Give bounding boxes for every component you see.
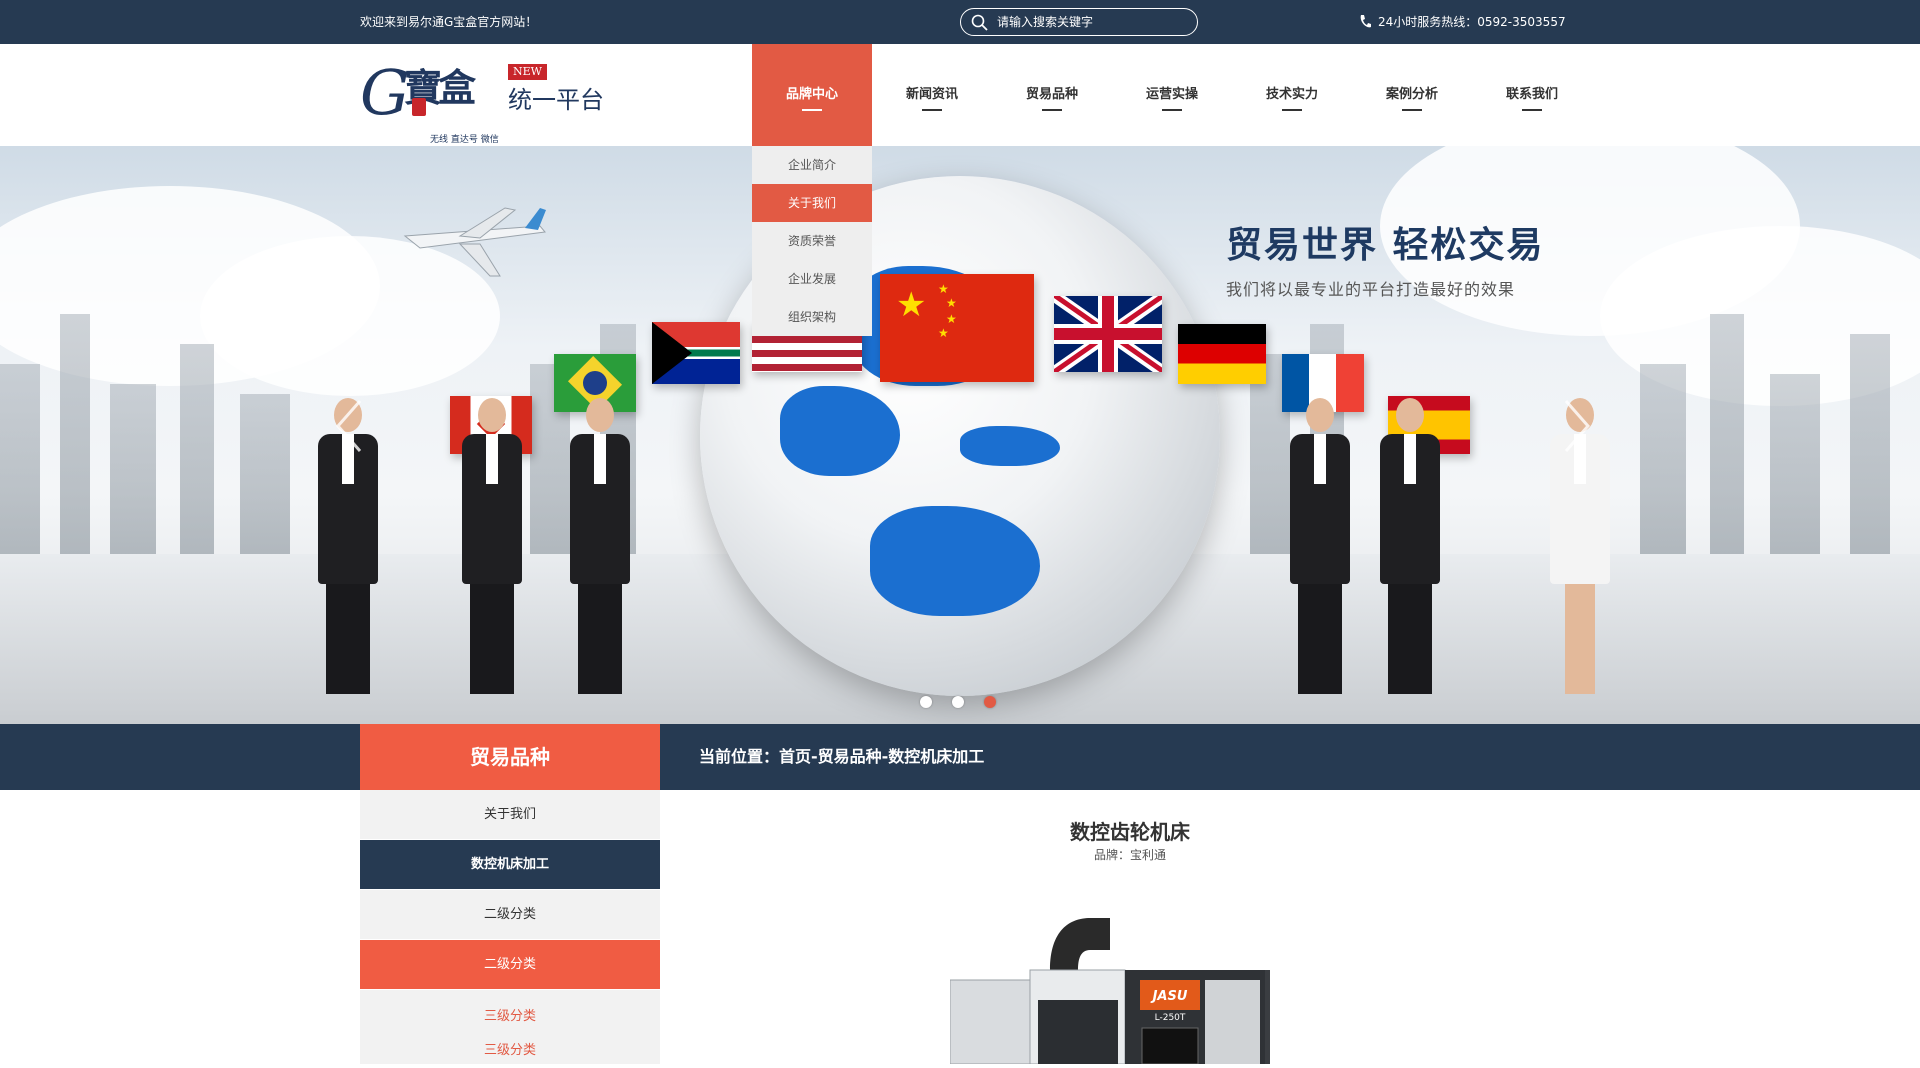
logo-letter: G xyxy=(360,56,410,129)
skyline xyxy=(60,314,90,564)
hero-banner: ★ ★ ★ ★ ★ 贸易世界 轻松交易 我们将以最专业的平台打造最好的效果 xyxy=(0,146,1920,724)
section-title: 贸易品种 xyxy=(360,724,660,790)
machine-model-label: L-250T xyxy=(1155,1013,1186,1023)
phone-icon xyxy=(1360,15,1371,28)
slide-dot[interactable] xyxy=(952,696,964,708)
search-box[interactable] xyxy=(960,8,1198,36)
sidebar-item-cnc-machining[interactable]: 数控机床加工 xyxy=(360,840,660,890)
skyline xyxy=(1640,364,1686,564)
new-badge: NEW xyxy=(508,64,547,80)
nav-item-cases[interactable]: 案例分析 xyxy=(1352,44,1472,146)
nav-item-trade-varieties[interactable]: 贸易品种 xyxy=(992,44,1112,146)
nav-label: 案例分析 xyxy=(1385,87,1438,102)
product-brand: 品牌：宝利通 xyxy=(1093,848,1166,862)
product-image-cnc-machine[interactable]: JASU L-250T xyxy=(949,910,1300,1065)
slide-dot[interactable] xyxy=(920,696,932,708)
flag-china: ★ ★ ★ ★ ★ xyxy=(880,274,1034,382)
businessman-figure xyxy=(1380,398,1440,694)
slide-indicators xyxy=(920,696,1016,708)
brand-center-dropdown: 企业简介 关于我们 资质荣誉 企业发展 组织架构 xyxy=(752,146,872,336)
skyline xyxy=(240,394,290,564)
skyline xyxy=(0,364,40,564)
logo-seal xyxy=(412,98,426,116)
machine-brand-label: JASU xyxy=(1150,989,1188,1004)
nav-item-brand-center[interactable]: 品牌中心 xyxy=(752,44,872,146)
nav-underline xyxy=(1402,109,1422,111)
logo[interactable]: G 寶盒 NEW 统一平台 无线 直达号 微信 xyxy=(360,56,610,146)
skyline xyxy=(1770,374,1820,564)
prev-slide-arrow-icon[interactable] xyxy=(330,396,370,456)
dropdown-item-about-us[interactable]: 关于我们 xyxy=(752,184,872,222)
slide-dot-active[interactable] xyxy=(984,696,996,708)
nav-underline xyxy=(1282,109,1302,111)
continent xyxy=(870,506,1040,616)
nav-item-operations[interactable]: 运营实操 xyxy=(1112,44,1232,146)
dropdown-item-organization[interactable]: 组织架构 xyxy=(752,298,872,336)
banner-slogan: 贸易世界 轻松交易 我们将以最专业的平台打造最好的效果 xyxy=(1226,216,1545,300)
logo-tagline: 无线 直达号 微信 xyxy=(430,135,499,145)
sidebar-item-subcategory[interactable]: 二级分类 xyxy=(360,890,660,940)
nav-item-contact[interactable]: 联系我们 xyxy=(1472,44,1592,146)
dropdown-item-honors[interactable]: 资质荣誉 xyxy=(752,222,872,260)
businessman-figure xyxy=(570,398,630,694)
skyline xyxy=(110,384,156,564)
flag-germany xyxy=(1178,324,1266,384)
nav-underline xyxy=(1162,109,1182,111)
nav-underline xyxy=(922,109,942,111)
logo-slogan: 统一平台 xyxy=(508,86,604,114)
nav-label: 新闻资讯 xyxy=(905,87,958,102)
nav-underline xyxy=(1042,109,1062,111)
sidebar-item-subcategory-active[interactable]: 二级分类 xyxy=(360,940,660,990)
main-nav: 品牌中心 新闻资讯 贸易品种 运营实操 技术实力 案例分析 联系我们 xyxy=(752,44,1592,146)
sidebar-subitem[interactable]: 三级分类 xyxy=(360,1000,660,1034)
dropdown-item-development[interactable]: 企业发展 xyxy=(752,260,872,298)
nav-underline xyxy=(1522,109,1542,111)
sidebar-subitem[interactable]: 三级分类 xyxy=(360,1034,660,1068)
nav-label: 运营实操 xyxy=(1145,87,1198,102)
sidebar-item-about-us[interactable]: 关于我们 xyxy=(360,790,660,840)
product-title: 数控齿轮机床 xyxy=(1070,820,1190,844)
flag-uk xyxy=(1054,296,1162,372)
nav-item-news[interactable]: 新闻资讯 xyxy=(872,44,992,146)
continent xyxy=(960,426,1060,466)
continent xyxy=(780,386,900,476)
nav-label: 联系我们 xyxy=(1505,87,1558,102)
sidebar: 关于我们 数控机床加工 二级分类 二级分类 三级分类 三级分类 xyxy=(360,790,660,1064)
top-bar: 欢迎来到易尔通G宝盒官方网站！ 24小时服务热线：0592-3503557 xyxy=(0,0,1920,44)
breadcrumb: 当前位置：首页-贸易品种-数控机床加工 xyxy=(699,747,985,766)
section-bar: 贸易品种 当前位置：首页-贸易品种-数控机床加工 xyxy=(0,724,1920,790)
hotline-text: 24小时服务热线：0592-3503557 xyxy=(1378,15,1566,29)
nav-label: 品牌中心 xyxy=(785,87,838,102)
banner-subtitle: 我们将以最专业的平台打造最好的效果 xyxy=(1226,280,1516,299)
businesswoman-figure xyxy=(462,398,522,694)
nav-label: 贸易品种 xyxy=(1025,87,1078,102)
hotline: 24小时服务热线：0592-3503557 xyxy=(1358,0,1566,44)
dropdown-item-company-profile[interactable]: 企业简介 xyxy=(752,146,872,184)
flag-south-africa xyxy=(652,322,740,384)
nav-underline xyxy=(802,109,822,111)
skyline xyxy=(180,344,214,564)
header: G 寶盒 NEW 统一平台 无线 直达号 微信 品牌中心 新闻资讯 贸易品种 运… xyxy=(0,44,1920,146)
search-icon xyxy=(971,14,988,31)
airplane-image xyxy=(403,207,546,277)
welcome-text: 欢迎来到易尔通G宝盒官方网站！ xyxy=(360,15,538,29)
businessman-figure xyxy=(1290,398,1350,694)
skyline xyxy=(1850,334,1890,564)
nav-item-technology[interactable]: 技术实力 xyxy=(1232,44,1352,146)
nav-label: 技术实力 xyxy=(1265,87,1318,102)
search-input[interactable] xyxy=(997,12,1187,32)
cnc-machine-illustration: JASU L-250T xyxy=(949,918,1270,1065)
skyline xyxy=(1710,314,1744,564)
next-slide-arrow-icon[interactable] xyxy=(1556,396,1596,456)
banner-title: 贸易世界 轻松交易 xyxy=(1226,225,1545,266)
